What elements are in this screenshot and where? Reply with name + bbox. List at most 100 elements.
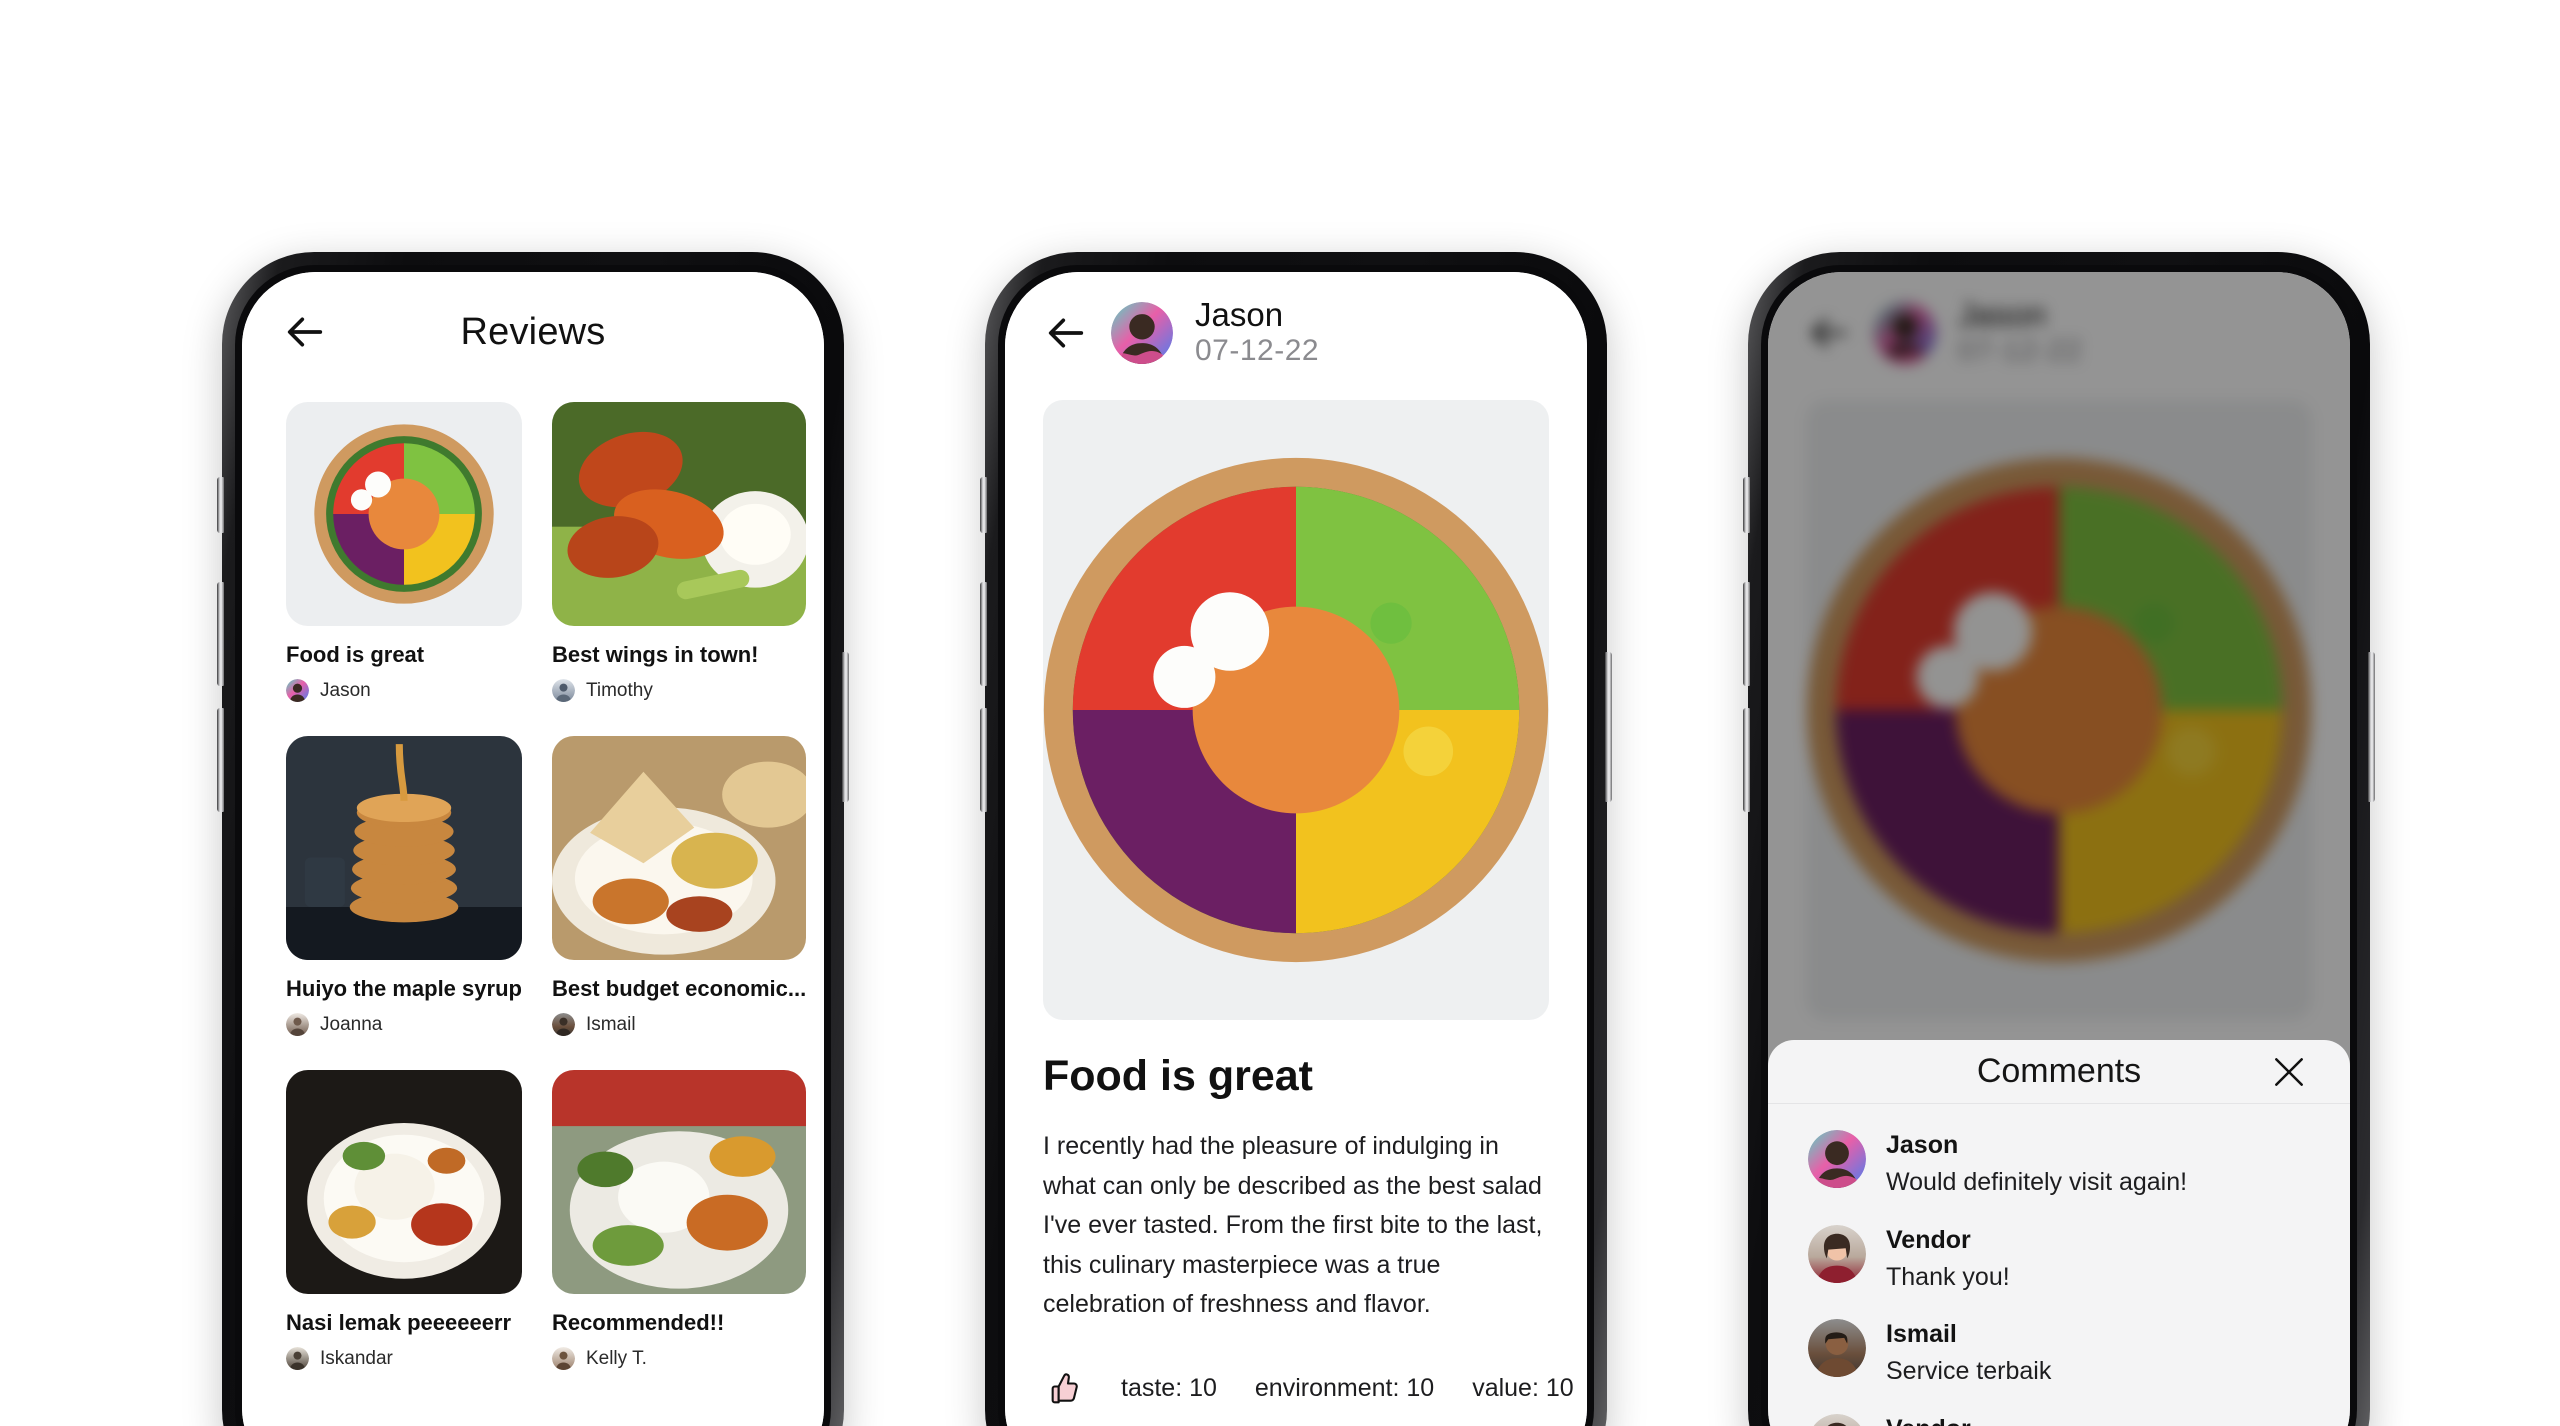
- silent-switch-button[interactable]: [217, 477, 224, 533]
- review-card-author-name: Timothy: [585, 679, 653, 701]
- close-icon[interactable]: [2270, 1053, 2308, 1091]
- review-card[interactable]: Food is great Jason: [286, 402, 522, 702]
- silent-switch-button[interactable]: [1743, 477, 1750, 533]
- volume-up-button[interactable]: [980, 582, 987, 686]
- review-card-author: Ismail: [551, 1013, 806, 1036]
- review-thumbnail-nasi-lemak[interactable]: [286, 1070, 522, 1294]
- comments-list: Jason Would definitely visit again! Vend…: [1768, 1104, 2350, 1426]
- jason-avatar[interactable]: [1111, 302, 1173, 364]
- review-card[interactable]: Best budget economic... Ismail: [551, 736, 807, 1036]
- review-card-author-name: Joanna: [320, 1013, 383, 1035]
- comment-author: Ismail: [1886, 1320, 1957, 1348]
- rating-taste: taste: 10: [1121, 1374, 1217, 1402]
- comment-item[interactable]: Vendor Thank you!: [1808, 1224, 2310, 1294]
- ratings-row: taste: 10 environment: 10 value: 10 serv…: [1043, 1369, 1574, 1409]
- comment-body: Vendor Thank you!: [1886, 1225, 2010, 1294]
- review-card-author-name: Jason: [320, 679, 371, 701]
- comment-author: Vendor: [1886, 1414, 2174, 1426]
- comment-item[interactable]: Ismail Service terbaik: [1808, 1319, 2310, 1388]
- iskandar-avatar: [286, 1347, 309, 1370]
- ismail-avatar: [551, 1013, 575, 1036]
- review-thumbnail-salad[interactable]: [286, 402, 522, 626]
- volume-down-button[interactable]: [217, 708, 224, 812]
- review-thumbnail-recommended[interactable]: [551, 1070, 807, 1294]
- comment-body: Vendor Terima kasih! Datang lagi!: [1886, 1414, 2174, 1426]
- comments-sheet-header: Comments: [1768, 1040, 2350, 1104]
- volume-down-button[interactable]: [980, 708, 987, 812]
- review-detail-app: Jason 07-12-22 Food is great I recently …: [1005, 272, 1587, 1426]
- rating-environment: environment: 10: [1254, 1374, 1435, 1402]
- review-card-author: Timothy: [551, 679, 806, 702]
- comments-title: Comments: [1976, 1052, 2142, 1090]
- power-button[interactable]: [1605, 652, 1612, 802]
- volume-down-button[interactable]: [1743, 708, 1750, 812]
- review-thumbnail-wings[interactable]: [551, 402, 807, 626]
- vendor-avatar: [1808, 1224, 1866, 1283]
- review-thumbnail-pancakes[interactable]: [286, 736, 522, 960]
- power-button[interactable]: [2368, 652, 2375, 802]
- comment-author: Jason: [1886, 1131, 1959, 1159]
- screenshot-canvas: Reviews Food is great Jason Best wings i…: [0, 0, 2560, 1426]
- comments-sheet: Comments Jason Would definitely visit ag…: [1768, 1040, 2350, 1426]
- phone-review-detail: Jason 07-12-22 Food is great I recently …: [980, 252, 1612, 1426]
- review-card-author: Jason: [286, 679, 522, 702]
- review-card-title: Nasi lemak peeeeeerr: [286, 1310, 512, 1335]
- comment-body: Ismail Service terbaik: [1886, 1319, 2051, 1388]
- review-card-title: Best wings in town!: [551, 642, 759, 667]
- review-card[interactable]: Nasi lemak peeeeeerr Iskandar: [286, 1070, 522, 1370]
- comment-author: Vendor: [1886, 1225, 1971, 1254]
- reviews-grid: Food is great Jason Best wings in town! …: [242, 392, 824, 1370]
- joanna-avatar: [286, 1013, 309, 1036]
- power-button[interactable]: [842, 652, 849, 802]
- timothy-avatar: [551, 679, 575, 702]
- review-card[interactable]: Huiyo the maple syrup Joanna: [286, 736, 522, 1036]
- volume-up-button[interactable]: [1743, 582, 1750, 686]
- review-card-author-name: Iskandar: [320, 1347, 393, 1369]
- detail-header: Jason 07-12-22: [1005, 272, 1587, 394]
- hero-image-salad[interactable]: [1043, 400, 1549, 1020]
- comment-body: Jason Would definitely visit again!: [1886, 1130, 2187, 1199]
- reviews-header: Reviews: [242, 272, 824, 392]
- detail-date: 07-12-22: [1195, 334, 1320, 368]
- review-card-author-name: Kelly T.: [585, 1347, 647, 1369]
- review-card-title: Best budget economic...: [551, 976, 807, 1001]
- review-card[interactable]: Recommended!! Kelly T.: [551, 1070, 807, 1370]
- comment-text: Service terbaik: [1886, 1357, 2052, 1386]
- silent-switch-button[interactable]: [980, 477, 987, 533]
- review-card-author: Joanna: [286, 1013, 522, 1036]
- phone-screen-detail: Jason 07-12-22 Food is great I recently …: [1005, 272, 1587, 1426]
- kelly-avatar: [551, 1347, 575, 1370]
- rating-value: value: 10: [1472, 1374, 1574, 1402]
- thumbs-up-icon[interactable]: [1043, 1369, 1083, 1409]
- detail-user-block: Jason 07-12-22: [1195, 296, 1320, 368]
- vendor-avatar: [1813, 1413, 1861, 1426]
- detail-title: Food is great: [1043, 1052, 1313, 1100]
- review-thumbnail-budget-meal[interactable]: [551, 736, 807, 960]
- detail-body-text: I recently had the pleasure of indulging…: [1043, 1132, 1543, 1318]
- review-card[interactable]: Best wings in town! Timothy: [551, 402, 807, 702]
- phone-comments: Jason 07-12-22 Comments Jason Would defi…: [1743, 252, 2375, 1426]
- back-arrow-icon[interactable]: [1043, 310, 1089, 356]
- comment-item[interactable]: Vendor Terima kasih! Datang lagi!: [1808, 1413, 2310, 1426]
- review-card-author: Kelly T.: [551, 1347, 806, 1370]
- phone-screen-reviews: Reviews Food is great Jason Best wings i…: [242, 272, 824, 1426]
- review-card-title: Recommended!!: [551, 1310, 725, 1335]
- comment-item[interactable]: Jason Would definitely visit again!: [1808, 1130, 2310, 1199]
- volume-up-button[interactable]: [217, 582, 224, 686]
- phone-bezel: Reviews Food is great Jason Best wings i…: [235, 265, 831, 1426]
- phone-bezel: Jason 07-12-22 Food is great I recently …: [998, 265, 1594, 1426]
- page-title: Reviews: [460, 310, 606, 353]
- ismail-avatar: [1808, 1319, 1866, 1377]
- comment-text: Would definitely visit again!: [1886, 1168, 2188, 1197]
- phone-bezel: Jason 07-12-22 Comments Jason Would defi…: [1761, 265, 2357, 1426]
- reviews-list-app: Reviews Food is great Jason Best wings i…: [242, 272, 824, 1426]
- review-card-title: Food is great: [286, 642, 425, 667]
- phone-reviews-list: Reviews Food is great Jason Best wings i…: [217, 252, 849, 1426]
- detail-user-name: Jason: [1195, 296, 1284, 334]
- jason-avatar: [1808, 1130, 1866, 1188]
- review-card-author: Iskandar: [286, 1347, 522, 1370]
- phone-screen-comments: Jason 07-12-22 Comments Jason Would defi…: [1768, 272, 2350, 1426]
- comment-text: Thank you!: [1886, 1262, 2010, 1291]
- review-card-title: Huiyo the maple syrup: [286, 976, 522, 1001]
- review-card-author-name: Ismail: [585, 1013, 636, 1035]
